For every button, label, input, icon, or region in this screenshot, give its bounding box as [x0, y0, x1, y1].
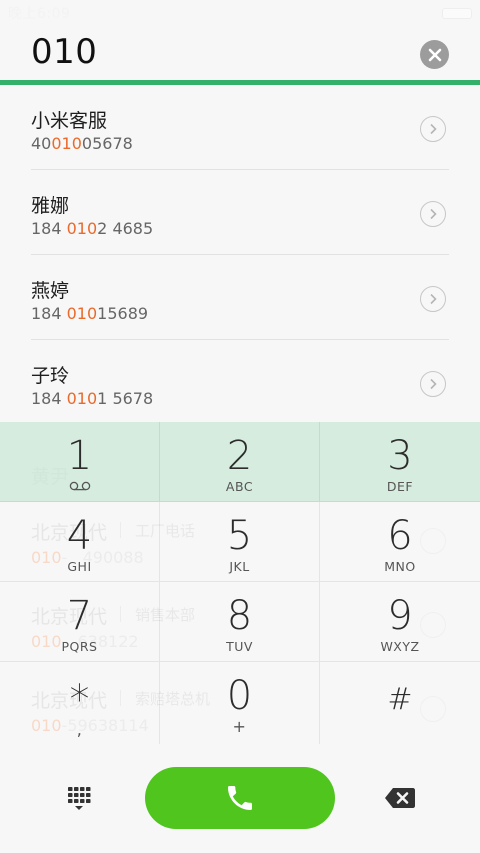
key-2[interactable]: 2 ABC — [160, 422, 320, 502]
call-button[interactable] — [145, 767, 335, 829]
contact-number: 184 0101 5678 — [31, 389, 154, 408]
contact-detail-button[interactable] — [420, 286, 446, 312]
number-match: 010 — [66, 219, 98, 238]
bottom-action-bar — [0, 744, 480, 853]
key-letters: PQRS — [61, 639, 98, 654]
key-digit: 0 — [226, 673, 253, 719]
key-5[interactable]: 5 JKL — [160, 502, 320, 582]
number-match: 010 — [66, 389, 98, 408]
key-7[interactable]: 7 PQRS — [0, 582, 160, 662]
contact-detail-button[interactable] — [420, 116, 446, 142]
contact-number: 184 0102 4685 — [31, 219, 154, 238]
key-digit: 3 — [387, 433, 413, 479]
contact-name: 雅娜 — [31, 195, 70, 217]
battery-icon — [442, 8, 472, 19]
key-0[interactable]: 0 + — [160, 662, 320, 744]
close-icon — [428, 48, 441, 61]
key-letters: JKL — [229, 559, 250, 574]
key-digit: # — [387, 682, 413, 717]
key-letters: DEF — [386, 479, 414, 494]
dial-input[interactable]: 010 — [31, 32, 97, 72]
contact-name: 小米客服 — [31, 110, 108, 132]
key-letters: , — [76, 720, 83, 739]
key-digit: 9 — [387, 593, 413, 639]
clear-button[interactable] — [420, 40, 449, 69]
contact-number: 4001005678 — [31, 134, 133, 153]
key-4[interactable]: 4 GHI — [0, 502, 160, 582]
dial-keypad: 1 2 ABC 3 DEF 4 GHI 5 JKL 6 MNO 7 PQRS 8… — [0, 422, 480, 744]
contact-item[interactable]: 燕婷 184 01015689 — [0, 255, 480, 340]
key-letters: WXYZ — [380, 639, 420, 654]
keypad-toggle-button[interactable] — [64, 784, 94, 814]
key-digit: * — [69, 677, 90, 723]
key-digit: 4 — [66, 513, 93, 559]
key-1[interactable]: 1 — [0, 422, 160, 502]
contact-item[interactable]: 子玲 184 0101 5678 — [0, 340, 480, 425]
key-letters: MNO — [384, 559, 416, 574]
chevron-right-icon — [430, 378, 437, 390]
dial-input-row: 010 — [0, 26, 480, 82]
contact-name: 子玲 — [31, 365, 70, 387]
key-letters: + — [232, 717, 247, 736]
key-letters: GHI — [67, 559, 92, 574]
phone-icon — [228, 786, 252, 810]
key-hash[interactable]: # — [320, 662, 480, 744]
number-match: 010 — [66, 304, 98, 323]
chevron-right-icon — [430, 293, 437, 305]
dialpad-icon — [68, 787, 91, 810]
contact-name: 燕婷 — [31, 280, 70, 302]
chevron-right-icon — [430, 123, 437, 135]
backspace-button[interactable] — [384, 786, 416, 810]
key-digit: 7 — [66, 593, 93, 639]
status-bar: 晚上6:09 — [0, 0, 480, 26]
key-star[interactable]: * , — [0, 662, 160, 744]
key-9[interactable]: 9 WXYZ — [320, 582, 480, 662]
status-time: 晚上6:09 — [8, 6, 71, 22]
chevron-right-icon — [430, 208, 437, 220]
key-digit: 2 — [226, 433, 253, 479]
contact-detail-button[interactable] — [420, 201, 446, 227]
backspace-icon — [385, 788, 415, 808]
key-letters: TUV — [226, 639, 253, 654]
key-digit: 1 — [66, 433, 93, 479]
key-digit: 5 — [226, 513, 253, 559]
contact-item[interactable]: 小米客服 4001005678 — [0, 85, 480, 170]
contact-number: 184 01015689 — [31, 304, 149, 323]
key-3[interactable]: 3 DEF — [320, 422, 480, 502]
key-letters: ABC — [225, 479, 254, 494]
contact-item[interactable]: 雅娜 184 0102 4685 — [0, 170, 480, 255]
voicemail-icon — [69, 481, 91, 491]
key-digit: 6 — [387, 513, 413, 559]
number-match: 010 — [51, 134, 82, 153]
contact-results: 小米客服 4001005678 雅娜 184 0102 4685 燕婷 184 … — [0, 85, 480, 425]
key-8[interactable]: 8 TUV — [160, 582, 320, 662]
key-digit: 8 — [226, 593, 253, 639]
key-6[interactable]: 6 MNO — [320, 502, 480, 582]
contact-detail-button[interactable] — [420, 371, 446, 397]
